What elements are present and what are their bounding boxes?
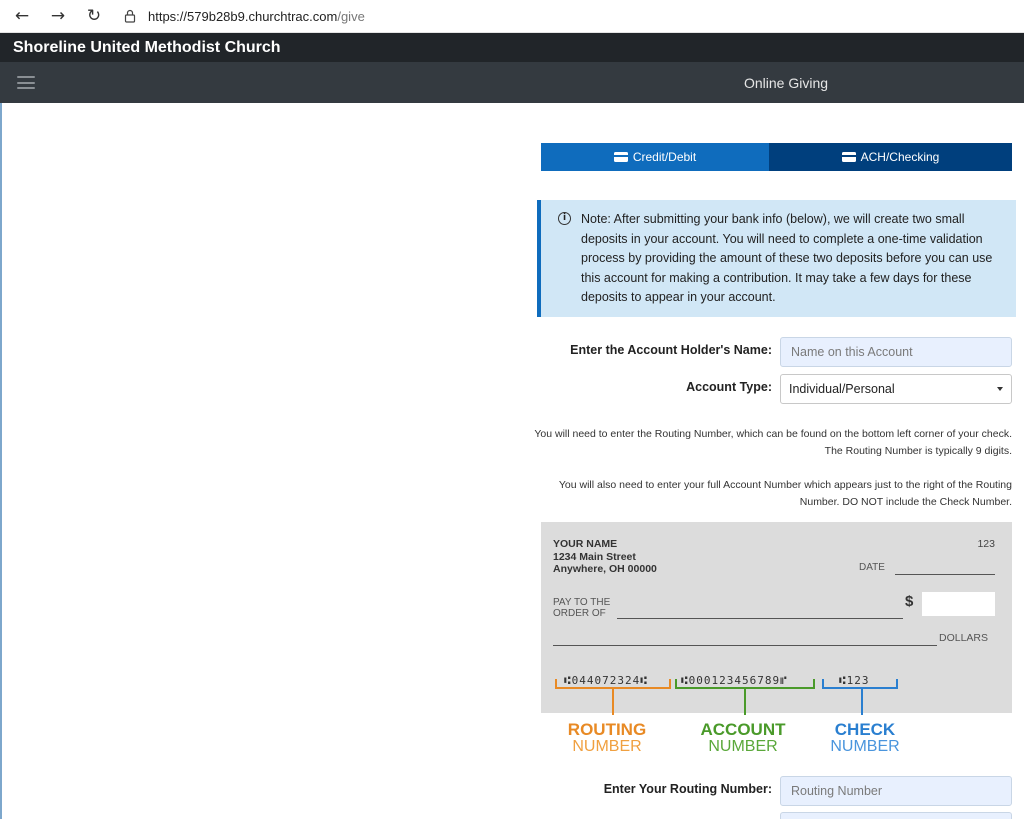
address-bar[interactable]: https://579b28b9.churchtrac.com/give: [120, 0, 365, 33]
check-legend: ROUTING NUMBER ACCOUNT NUMBER CHECK NUMB…: [541, 713, 1012, 761]
nav-title: Online Giving: [744, 75, 829, 91]
account-holder-label: Enter the Account Holder's Name:: [570, 343, 772, 357]
note-text: Note: After submitting your bank info (b…: [581, 212, 993, 304]
account-number-legend: ACCOUNT NUMBER: [700, 720, 786, 755]
info-note: i Note: After submitting your bank info …: [537, 200, 1016, 317]
account-holder-input[interactable]: [780, 337, 1012, 367]
check-number-top: 123: [977, 538, 995, 550]
sub-navigation: Online Giving: [0, 62, 1024, 103]
routing-number-label: Enter Your Routing Number:: [603, 782, 772, 796]
url-text[interactable]: https://579b28b9.churchtrac.com/give: [148, 9, 365, 24]
check-dollar-sign: $: [905, 593, 914, 610]
check-payee-line: [617, 618, 903, 619]
tab-credit-debit[interactable]: Credit/Debit: [541, 143, 769, 171]
account-type-select[interactable]: Individual/Personal: [780, 374, 1012, 404]
account-bracket: [675, 679, 815, 715]
chevron-down-icon: [997, 387, 1003, 391]
forward-arrow-icon[interactable]: →: [40, 0, 76, 33]
browser-toolbar: ← → ↻ https://579b28b9.churchtrac.com/gi…: [0, 0, 1024, 33]
check-date-line: [895, 574, 995, 575]
hamburger-menu-icon[interactable]: [17, 76, 35, 89]
routing-bracket: [555, 679, 671, 715]
tab-ach-checking[interactable]: ACH/Checking: [769, 143, 1012, 171]
credit-card-icon: [613, 152, 628, 162]
check-owner: YOUR NAME 1234 Main Street Anywhere, OH …: [553, 538, 657, 575]
site-header: Shoreline United Methodist Church: [0, 33, 1024, 62]
left-edge-strip: [0, 103, 2, 819]
check-dollars-label: DOLLARS: [939, 632, 989, 644]
check-number-legend: CHECK NUMBER: [830, 720, 900, 755]
routing-number-input[interactable]: [780, 776, 1012, 806]
site-title: Shoreline United Methodist Church: [13, 38, 281, 56]
routing-help-text: You will need to enter the Routing Numbe…: [534, 428, 1012, 457]
check-amount-line: [553, 645, 937, 646]
back-arrow-icon[interactable]: ←: [4, 0, 40, 33]
account-help-text: You will also need to enter your full Ac…: [558, 479, 1012, 508]
check-date-label: DATE: [859, 562, 885, 573]
next-input-partial[interactable]: [780, 812, 1012, 819]
info-icon: i: [558, 212, 571, 225]
check-amount-box: [922, 592, 995, 616]
credit-card-icon: [841, 152, 856, 162]
lock-icon: [120, 0, 140, 33]
check-pay-to-label: PAY TO THE ORDER OF: [553, 597, 611, 619]
check-brackets: [555, 679, 898, 715]
reload-icon[interactable]: ↻: [76, 0, 112, 33]
payment-method-tabs: Credit/Debit ACH/Checking: [541, 143, 1012, 171]
account-type-label: Account Type:: [686, 380, 772, 394]
check-bracket: [822, 679, 898, 715]
routing-number-legend: ROUTING NUMBER: [567, 720, 647, 755]
